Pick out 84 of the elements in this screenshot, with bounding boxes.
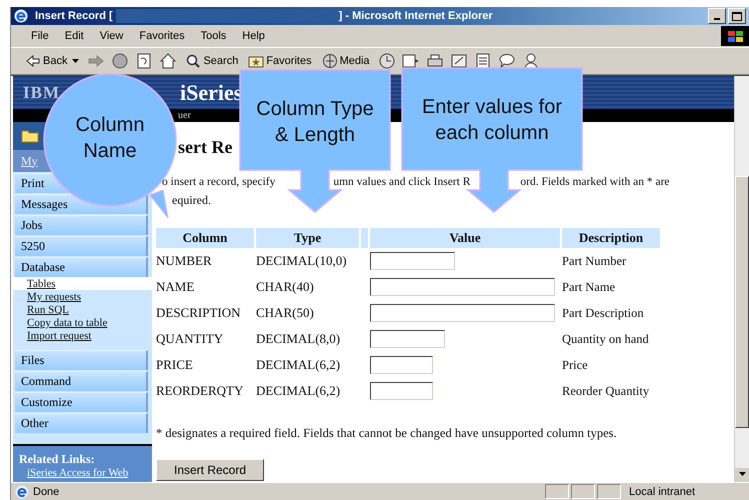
table-cell-text: CHAR(50) <box>256 304 315 322</box>
edit-icon[interactable] <box>450 52 468 70</box>
table-cell-text: QUANTITY <box>156 330 224 348</box>
search-icon <box>185 53 202 69</box>
menu-item[interactable]: Favorites <box>131 30 193 42</box>
maximize-button[interactable] <box>728 8 746 24</box>
related-links-title: Related Links: <box>19 452 96 467</box>
table-cell-text: Price <box>562 356 589 374</box>
callout-text: Column Name <box>74 113 146 164</box>
media-button[interactable]: Media <box>320 52 372 70</box>
table-cell-text: NAME <box>156 278 196 296</box>
security-zone-text: Local intranet <box>628 486 696 498</box>
back-arrow-icon <box>25 53 41 69</box>
menu-item[interactable]: File <box>23 30 57 42</box>
home-icon[interactable] <box>159 52 178 70</box>
dropdown-caret-icon[interactable] <box>72 59 80 63</box>
sidebar-tab[interactable]: Files <box>15 350 148 370</box>
refresh-icon[interactable] <box>135 52 154 70</box>
sidebar-tab[interactable]: Database <box>15 257 148 277</box>
speech-bubble-icon[interactable] <box>498 52 516 70</box>
table-cell-text: NUMBER <box>156 252 213 270</box>
footnote-text: * designates a required field. Fields that cannot be changed have unsupported column types. <box>156 426 618 441</box>
menu-item[interactable]: Edit <box>56 30 92 42</box>
value-input-field[interactable] <box>370 330 445 348</box>
globe-icon <box>322 53 338 69</box>
table-cell-text: Quantity on hand <box>562 330 650 348</box>
menu-item[interactable]: Tools <box>192 30 234 42</box>
column-header: Description <box>562 228 660 248</box>
table-cell-text: DECIMAL(10,0) <box>256 252 348 270</box>
scroll-down-arrow-icon[interactable] <box>738 472 746 476</box>
instruction-text: equired. <box>172 193 211 209</box>
table-cell-text: REORDERQTY <box>156 382 244 400</box>
callout-text: Column Type & Length <box>255 97 375 148</box>
column-header: Value <box>370 228 560 248</box>
callout-text: Enter values for each column <box>420 95 564 146</box>
windows-logo-icon <box>721 26 749 46</box>
instruction-text: o insert a record, specify <box>162 176 276 190</box>
search-button[interactable]: Search <box>183 52 240 70</box>
value-input-field[interactable] <box>370 252 455 270</box>
favorites-button[interactable]: Favorites <box>246 52 314 70</box>
column-header: Type <box>256 228 359 248</box>
table-cell-text: DECIMAL(8,0) <box>256 330 342 348</box>
column-header: Column <box>156 228 254 248</box>
sidebar-tab[interactable]: Command <box>15 371 148 391</box>
sidebar-link[interactable]: Tables <box>13 277 152 290</box>
table-cell-text: Reorder Quantity <box>562 382 650 400</box>
status-text: Done <box>33 486 60 498</box>
insert-record-button[interactable]: Insert Record <box>156 459 264 481</box>
empty-header-cell <box>361 228 368 248</box>
folder-icon <box>21 129 39 143</box>
banner-logo: IBM <box>23 82 60 102</box>
menu-item[interactable]: Help <box>234 30 273 42</box>
table-cell-text: DESCRIPTION <box>156 304 242 322</box>
value-input-field[interactable] <box>370 278 555 296</box>
minimize-button[interactable] <box>708 8 726 24</box>
table-cell-text: Part Description <box>562 304 645 322</box>
history-icon[interactable] <box>378 52 396 70</box>
instruction-text: umn values and click Insert R <box>333 176 470 190</box>
breadcrumb: uer <box>178 110 191 121</box>
value-input-field[interactable] <box>370 382 433 400</box>
table-cell-text: CHAR(40) <box>256 278 315 296</box>
stop-icon[interactable] <box>111 52 130 70</box>
back-button[interactable]: Back <box>23 52 82 70</box>
table-cell-text: DECIMAL(6,2) <box>256 382 342 400</box>
table-cell-text: PRICE <box>156 356 194 374</box>
sidebar-tab[interactable]: 5250 <box>15 236 148 256</box>
sidebar-tab[interactable]: Jobs <box>15 215 148 235</box>
instruction-text: ord. Fields marked with an * are <box>520 176 670 190</box>
page-loaded-icon <box>15 484 29 498</box>
sidebar-tab[interactable]: Other <box>15 413 148 433</box>
table-cell-text: DECIMAL(6,2) <box>256 356 342 374</box>
sidebar-tab[interactable]: Customize <box>15 392 148 412</box>
vertical-scrollbar[interactable] <box>734 76 749 482</box>
window-title: Insert Record [ <box>35 10 113 22</box>
browser-logo-icon <box>14 9 28 23</box>
banner-title: iSeries <box>180 80 242 106</box>
page-icon[interactable] <box>474 52 492 70</box>
page-heading: sert Re <box>178 136 232 159</box>
menu-item[interactable]: View <box>92 30 132 42</box>
window-title: ] - Microsoft Internet Explorer <box>338 10 493 22</box>
table-cell-text: Part Name <box>562 278 616 296</box>
value-input-field[interactable] <box>370 356 433 374</box>
value-input-field[interactable] <box>370 304 555 322</box>
table-cell-text: Part Number <box>562 252 628 270</box>
